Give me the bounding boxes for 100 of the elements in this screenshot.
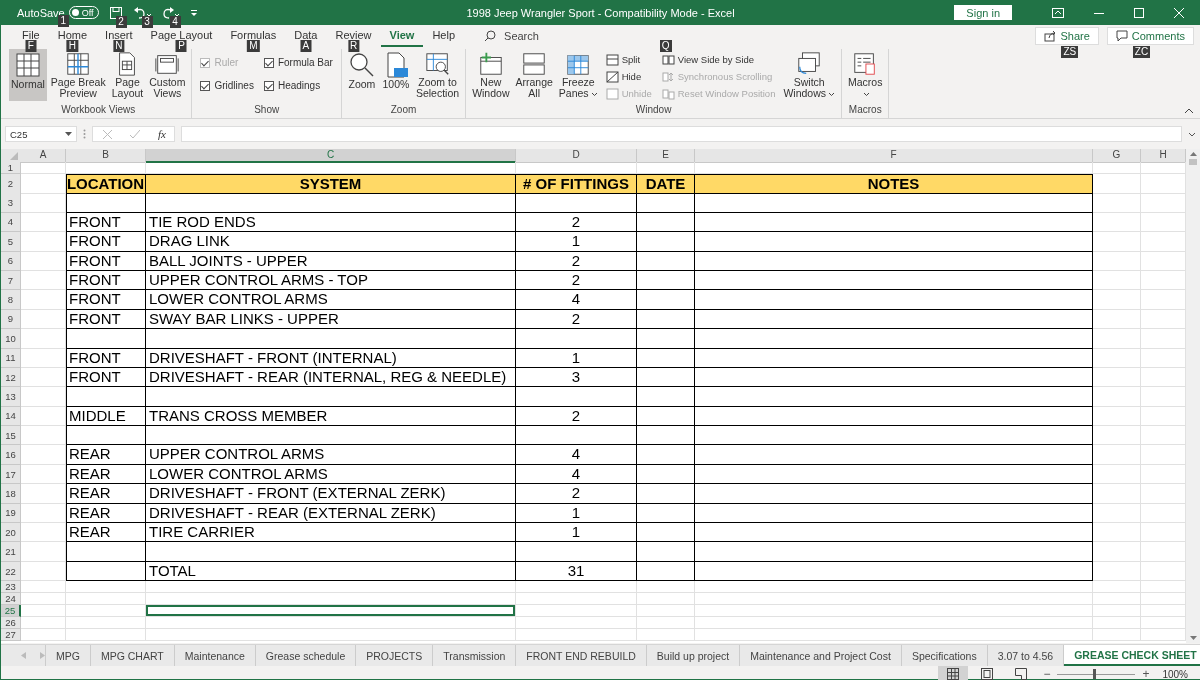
row-header[interactable]: 8 bbox=[1, 290, 21, 310]
ribbon-button[interactable]: 100% bbox=[379, 49, 412, 101]
column-header[interactable]: C bbox=[146, 149, 516, 163]
formula-field[interactable] bbox=[180, 126, 1182, 142]
sheet-tab[interactable]: PROJECTS bbox=[356, 645, 434, 666]
row-header[interactable]: 3 bbox=[1, 193, 21, 213]
sheet-tab[interactable]: Build up project bbox=[646, 645, 741, 666]
row-header[interactable]: 26 bbox=[1, 617, 21, 630]
row-header[interactable]: 21 bbox=[1, 542, 21, 562]
check-icon[interactable] bbox=[130, 129, 140, 139]
expand-icon[interactable] bbox=[1188, 131, 1196, 137]
empty-cell[interactable] bbox=[695, 503, 1093, 524]
empty-cell[interactable] bbox=[637, 426, 695, 446]
empty-cell[interactable] bbox=[66, 561, 146, 582]
empty-cell[interactable] bbox=[637, 387, 695, 407]
row-header[interactable]: 6 bbox=[1, 251, 21, 271]
row-header[interactable]: 15 bbox=[1, 426, 21, 446]
search-box[interactable]: Search bbox=[484, 30, 539, 42]
cell-cursor[interactable] bbox=[146, 605, 516, 618]
empty-cell[interactable] bbox=[637, 523, 695, 543]
close-icon[interactable] bbox=[1174, 7, 1184, 18]
empty-cell[interactable] bbox=[516, 426, 637, 446]
row-header[interactable]: 27 bbox=[1, 629, 21, 642]
sheet-tab[interactable]: Maintenance bbox=[174, 645, 256, 666]
row-header[interactable]: 7 bbox=[1, 270, 21, 291]
empty-cell[interactable] bbox=[637, 406, 695, 427]
column-header[interactable]: A bbox=[21, 149, 66, 163]
row-header[interactable]: 16 bbox=[1, 445, 21, 465]
empty-cell[interactable] bbox=[516, 329, 637, 349]
vertical-scrollbar[interactable] bbox=[1186, 149, 1200, 643]
empty-cell[interactable] bbox=[695, 445, 1093, 465]
checkbox[interactable]: Formula Bar bbox=[263, 53, 333, 72]
column-header[interactable]: D bbox=[516, 149, 637, 163]
row-header[interactable]: 14 bbox=[1, 406, 21, 427]
column-header[interactable]: F bbox=[695, 149, 1093, 163]
empty-cell[interactable] bbox=[146, 193, 516, 213]
ribbon-button[interactable]: Arrange All bbox=[513, 49, 555, 101]
empty-cell[interactable] bbox=[695, 309, 1093, 330]
insert-function-button[interactable]: fx bbox=[158, 128, 166, 140]
empty-cell[interactable] bbox=[637, 464, 695, 485]
row-header[interactable]: 20 bbox=[1, 523, 21, 543]
empty-cell[interactable] bbox=[66, 542, 146, 562]
empty-cell[interactable] bbox=[146, 542, 516, 562]
ribbon-button[interactable]: Macros bbox=[846, 49, 885, 101]
row-header[interactable]: 10 bbox=[1, 329, 21, 349]
scrollbar-thumb[interactable] bbox=[1189, 159, 1197, 165]
empty-cell[interactable] bbox=[637, 367, 695, 388]
empty-cell[interactable] bbox=[516, 387, 637, 407]
scroll-down-icon[interactable] bbox=[1189, 636, 1197, 640]
empty-cell[interactable] bbox=[637, 561, 695, 582]
empty-cell[interactable] bbox=[695, 251, 1093, 271]
row-header[interactable]: 19 bbox=[1, 503, 21, 524]
maximize-icon[interactable] bbox=[1134, 7, 1144, 18]
row-header[interactable]: 17 bbox=[1, 464, 21, 485]
column-header[interactable]: E bbox=[637, 149, 695, 163]
next-sheet-icon[interactable] bbox=[40, 652, 45, 659]
share-button[interactable]: Share bbox=[1035, 27, 1099, 45]
empty-cell[interactable] bbox=[66, 387, 146, 407]
previous-sheet-icon[interactable] bbox=[21, 652, 26, 659]
empty-cell[interactable] bbox=[695, 212, 1093, 233]
row-header[interactable]: 13 bbox=[1, 387, 21, 407]
empty-cell[interactable] bbox=[637, 445, 695, 465]
empty-cell[interactable] bbox=[66, 329, 146, 349]
checkbox[interactable]: Gridlines bbox=[200, 76, 254, 95]
column-header[interactable]: G bbox=[1093, 149, 1141, 163]
row-header[interactable]: 2 bbox=[1, 174, 21, 194]
checkbox[interactable]: Headings bbox=[263, 76, 333, 95]
row-header[interactable]: 25 bbox=[1, 605, 21, 618]
row-header[interactable]: 12 bbox=[1, 367, 21, 388]
collapse-icon[interactable] bbox=[1184, 108, 1194, 114]
empty-cell[interactable] bbox=[695, 270, 1093, 291]
empty-cell[interactable] bbox=[695, 542, 1093, 562]
empty-cell[interactable] bbox=[637, 270, 695, 291]
row-header[interactable]: 18 bbox=[1, 484, 21, 504]
ribbon-button[interactable]: New Window bbox=[470, 49, 512, 101]
empty-cell[interactable] bbox=[695, 329, 1093, 349]
empty-cell[interactable] bbox=[637, 503, 695, 524]
sheet-tab[interactable]: Maintenance and Project Cost bbox=[740, 645, 902, 666]
row-header[interactable]: 24 bbox=[1, 593, 21, 606]
empty-cell[interactable] bbox=[695, 406, 1093, 427]
row-header[interactable]: 4 bbox=[1, 212, 21, 233]
empty-cell[interactable] bbox=[637, 290, 695, 310]
sign-in-button[interactable]: Sign in bbox=[954, 5, 1012, 20]
row-header[interactable]: 1 bbox=[1, 162, 21, 174]
slider-thumb[interactable] bbox=[1093, 668, 1097, 679]
empty-cell[interactable] bbox=[66, 193, 146, 213]
ribbon-button[interactable]: Freeze Panes bbox=[556, 49, 600, 101]
sheet-tab[interactable]: Transmission bbox=[433, 645, 517, 666]
empty-cell[interactable] bbox=[695, 232, 1093, 252]
empty-cell[interactable] bbox=[637, 251, 695, 271]
row-header[interactable]: 9 bbox=[1, 309, 21, 330]
row-header[interactable]: 23 bbox=[1, 581, 21, 594]
ribbon-button[interactable]: Page Break Preview bbox=[48, 49, 108, 101]
sheet-tab[interactable]: FRONT END REBUILD bbox=[516, 645, 647, 666]
empty-cell[interactable] bbox=[695, 367, 1093, 388]
empty-cell[interactable] bbox=[695, 193, 1093, 213]
zoom-in-button[interactable]: + bbox=[1139, 667, 1153, 680]
ribbon-display-icon[interactable] bbox=[1052, 7, 1064, 18]
scroll-up-icon[interactable] bbox=[1189, 152, 1197, 156]
empty-cell[interactable] bbox=[695, 348, 1093, 368]
